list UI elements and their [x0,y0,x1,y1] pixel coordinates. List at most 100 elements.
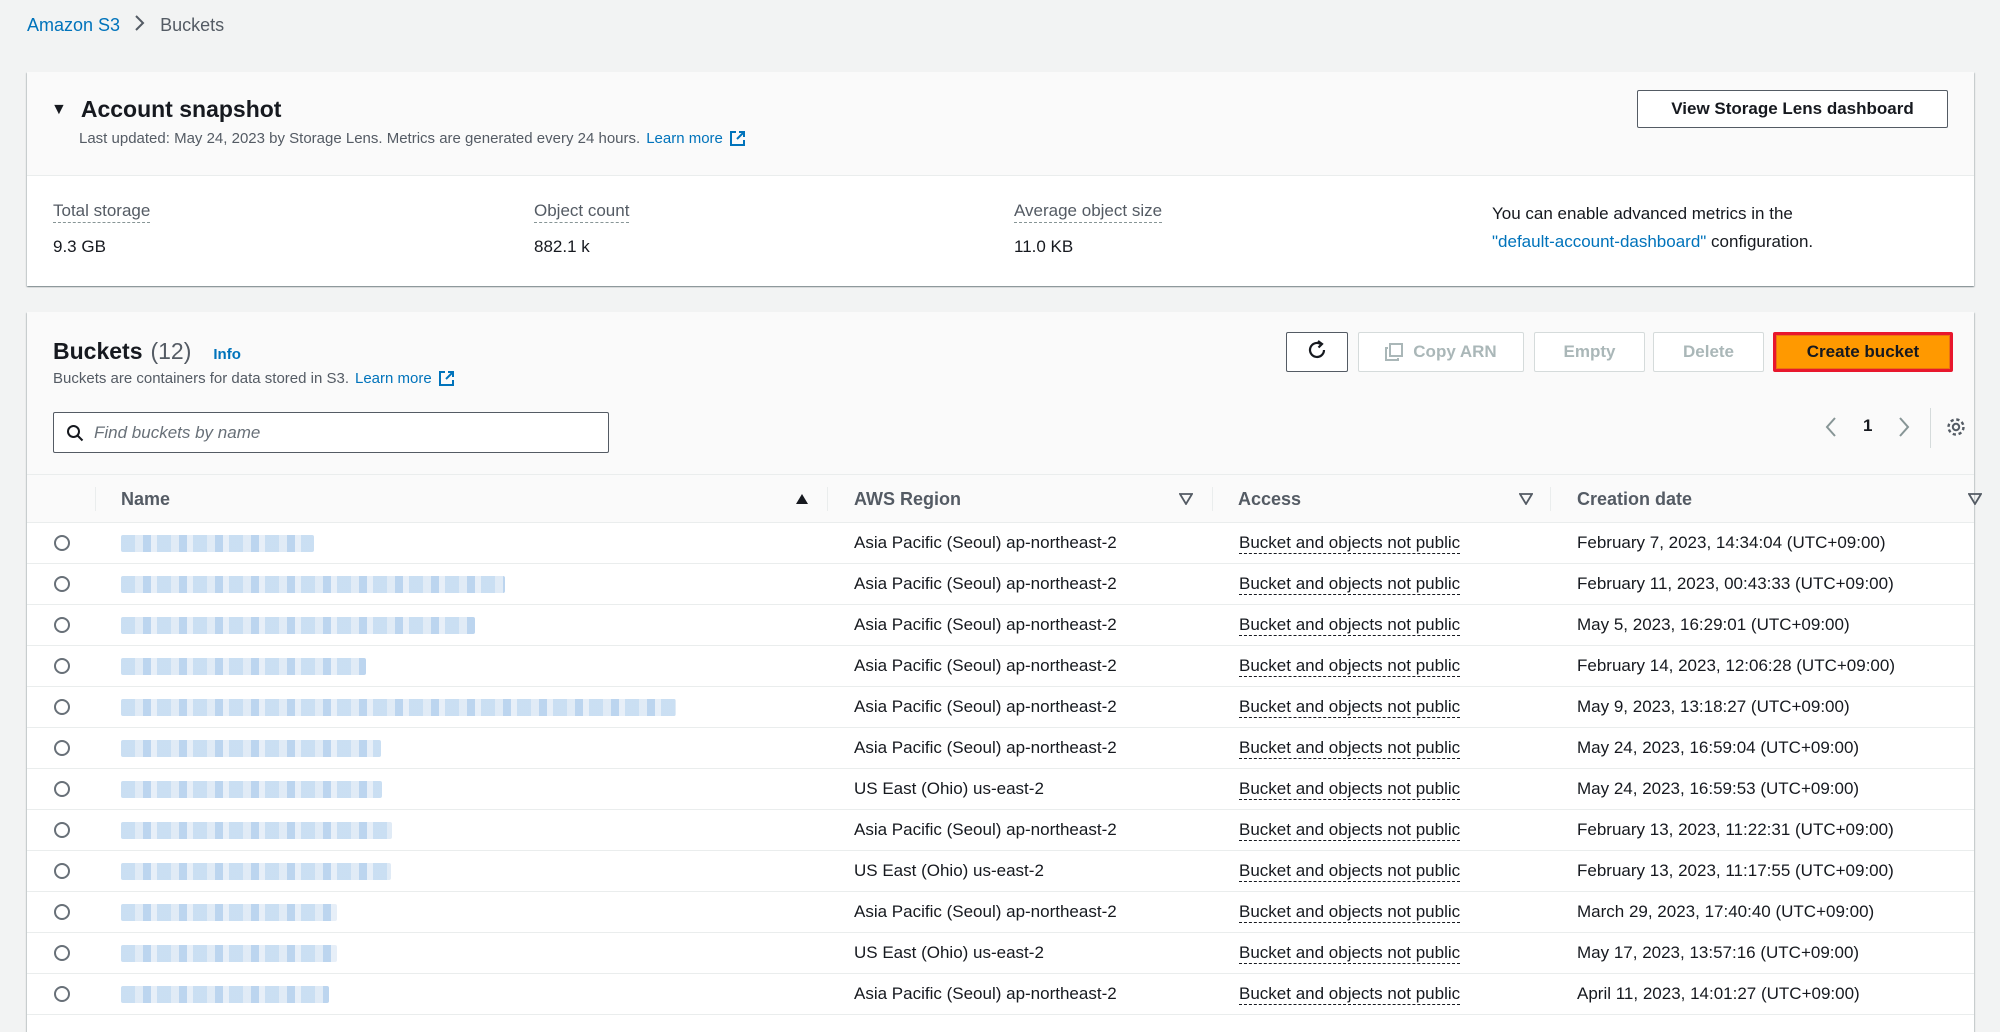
refresh-button[interactable] [1286,332,1348,372]
bucket-name-link-redacted[interactable] [121,822,392,839]
table-row[interactable]: Asia Pacific (Seoul) ap-northeast-2 Bucke… [27,810,1974,851]
row-select-radio[interactable] [54,986,70,1002]
find-buckets-search[interactable] [53,412,609,453]
table-row[interactable]: Asia Pacific (Seoul) ap-northeast-2 Bucke… [27,974,1974,1015]
row-select-radio[interactable] [54,617,70,633]
cell-region: Asia Pacific (Seoul) ap-northeast-2 [854,574,1117,593]
default-account-dashboard-link[interactable]: "default-account-dashboard" [1492,232,1706,251]
external-link-icon [729,130,746,147]
cell-creation-date: February 7, 2023, 14:34:04 (UTC+09:00) [1577,533,1886,552]
access-status[interactable]: Bucket and objects not public [1239,902,1461,923]
column-divider [1212,487,1213,511]
column-divider [1550,487,1551,511]
table-row[interactable]: Asia Pacific (Seoul) ap-northeast-2 Bucke… [27,892,1974,933]
search-input[interactable] [94,422,574,443]
sort-ascending-icon[interactable] [795,475,809,523]
row-select-radio[interactable] [54,863,70,879]
column-access[interactable]: Access [1238,475,1301,523]
delete-button[interactable]: Delete [1653,332,1764,372]
bucket-name-link-redacted[interactable] [121,658,366,675]
row-select-radio[interactable] [54,822,70,838]
column-divider [95,487,96,511]
create-bucket-button[interactable]: Create bucket [1773,332,1953,372]
metric-total-storage-value: 9.3 GB [53,237,106,256]
cell-creation-date: April 11, 2023, 14:01:27 (UTC+09:00) [1577,984,1860,1003]
row-select-radio[interactable] [54,699,70,715]
access-status[interactable]: Bucket and objects not public [1239,820,1461,841]
account-snapshot-header: ▼ Account snapshot Last updated: May 24,… [27,72,1974,176]
cell-access: Bucket and objects not public [1239,974,1461,1014]
access-status[interactable]: Bucket and objects not public [1239,984,1461,1005]
table-row[interactable]: Asia Pacific (Seoul) ap-northeast-2 Bucke… [27,605,1974,646]
cell-region: Asia Pacific (Seoul) ap-northeast-2 [854,533,1117,552]
row-select-radio[interactable] [54,535,70,551]
chevron-right-icon[interactable] [1897,416,1911,438]
access-status[interactable]: Bucket and objects not public [1239,697,1461,718]
metric-total-storage-label[interactable]: Total storage [53,201,151,223]
bucket-name-link-redacted[interactable] [121,699,676,716]
cell-creation-date: May 17, 2023, 13:57:16 (UTC+09:00) [1577,943,1860,962]
table-row[interactable]: Asia Pacific (Seoul) ap-northeast-2 Bucke… [27,523,1974,564]
table-row[interactable]: Asia Pacific (Seoul) ap-northeast-2 Bucke… [27,646,1974,687]
table-row[interactable]: Asia Pacific (Seoul) ap-northeast-2 Bucke… [27,687,1974,728]
cell-creation-date: May 5, 2023, 16:29:01 (UTC+09:00) [1577,615,1850,634]
bucket-name-link-redacted[interactable] [121,986,329,1003]
table-row[interactable]: US East (Ohio) us-east-2 Bucket and objec… [27,851,1974,892]
copy-arn-button[interactable]: Copy ARN [1358,332,1524,372]
advanced-metrics-note: You can enable advanced metrics in the "… [1492,200,1813,256]
sort-icon[interactable] [1968,475,1982,523]
buckets-info-link[interactable]: Info [213,346,241,363]
row-select-radio[interactable] [54,740,70,756]
bucket-name-link-redacted[interactable] [121,781,382,798]
access-status[interactable]: Bucket and objects not public [1239,533,1461,554]
column-creation-date[interactable]: Creation date [1577,475,1692,523]
cell-creation-date: February 11, 2023, 00:43:33 (UTC+09:00) [1577,574,1894,593]
account-snapshot-toggle[interactable]: ▼ Account snapshot [51,96,281,123]
row-select-radio[interactable] [54,781,70,797]
page-number[interactable]: 1 [1863,416,1872,436]
pager-divider [1930,408,1931,448]
access-status[interactable]: Bucket and objects not public [1239,943,1461,964]
metric-object-count-label[interactable]: Object count [534,201,630,223]
cell-access: Bucket and objects not public [1239,933,1461,973]
bucket-name-link-redacted[interactable] [121,740,381,757]
sort-icon[interactable] [1179,475,1193,523]
access-status[interactable]: Bucket and objects not public [1239,656,1461,677]
chevron-left-icon[interactable] [1824,416,1838,438]
bucket-name-link-redacted[interactable] [121,904,337,921]
table-row[interactable]: US East (Ohio) us-east-2 Bucket and objec… [27,769,1974,810]
row-select-radio[interactable] [54,945,70,961]
access-status[interactable]: Bucket and objects not public [1239,615,1461,636]
copy-arn-label: Copy ARN [1413,342,1497,361]
view-storage-lens-dashboard-button[interactable]: View Storage Lens dashboard [1637,90,1948,128]
sort-icon[interactable] [1519,475,1533,523]
access-status[interactable]: Bucket and objects not public [1239,738,1461,759]
access-status[interactable]: Bucket and objects not public [1239,861,1461,882]
breadcrumb-amazon-s3[interactable]: Amazon S3 [27,15,120,36]
buckets-subtitle-text: Buckets are containers for data stored i… [53,370,349,387]
access-status[interactable]: Bucket and objects not public [1239,574,1461,595]
bucket-name-link-redacted[interactable] [121,863,391,880]
empty-button[interactable]: Empty [1534,332,1645,372]
table-row[interactable]: US East (Ohio) us-east-2 Bucket and objec… [27,933,1974,974]
column-name[interactable]: Name [121,475,170,523]
gear-icon[interactable] [1945,416,1967,438]
bucket-name-link-redacted[interactable] [121,617,475,634]
bucket-name-link-redacted[interactable] [121,535,314,552]
cell-region: Asia Pacific (Seoul) ap-northeast-2 [854,984,1117,1003]
table-row[interactable]: Asia Pacific (Seoul) ap-northeast-2 Bucke… [27,564,1974,605]
row-select-radio[interactable] [54,904,70,920]
copy-icon [1385,343,1404,361]
cell-creation-date: March 29, 2023, 17:40:40 (UTC+09:00) [1577,902,1875,921]
column-aws-region[interactable]: AWS Region [854,475,961,523]
cell-region: US East (Ohio) us-east-2 [854,779,1044,798]
bucket-name-link-redacted[interactable] [121,576,505,593]
buckets-learn-more-link[interactable]: Learn more [355,370,432,387]
snapshot-learn-more-link[interactable]: Learn more [646,130,723,147]
access-status[interactable]: Bucket and objects not public [1239,779,1461,800]
row-select-radio[interactable] [54,658,70,674]
metric-average-object-size-label[interactable]: Average object size [1014,201,1163,223]
bucket-name-link-redacted[interactable] [121,945,337,962]
row-select-radio[interactable] [54,576,70,592]
table-row[interactable]: Asia Pacific (Seoul) ap-northeast-2 Bucke… [27,728,1974,769]
